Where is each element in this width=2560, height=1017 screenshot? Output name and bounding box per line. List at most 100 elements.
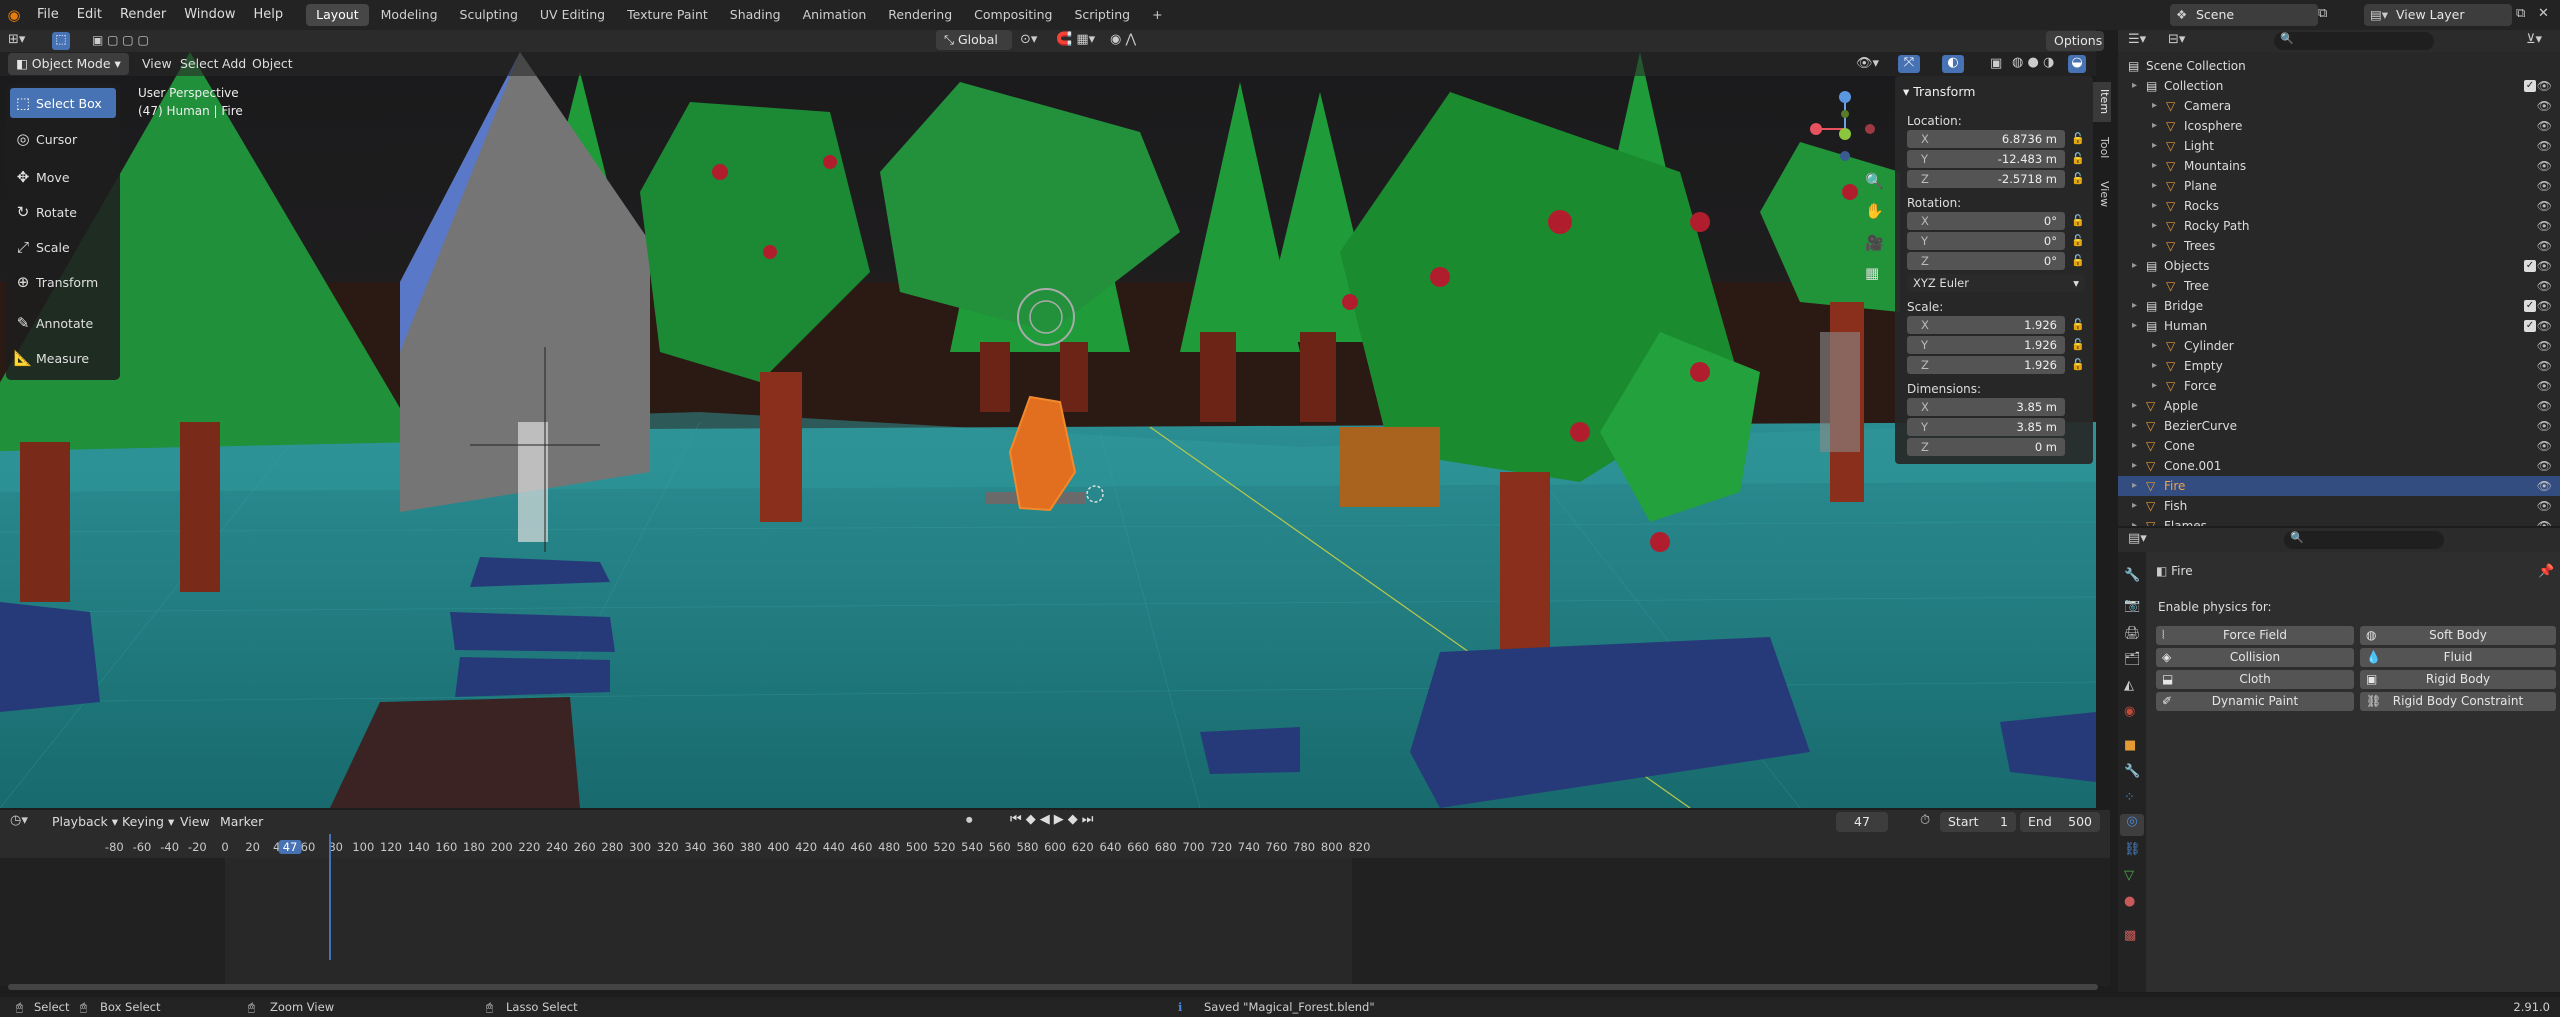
visibility-eye-icon[interactable]: 👁 xyxy=(2537,156,2552,176)
outliner-row[interactable]: ▸ ▤ Collection 👁 ✓ xyxy=(2118,76,2560,96)
lock-icon[interactable]: 🔓 xyxy=(2071,318,2085,332)
rotation-y-field[interactable]: Y 0° xyxy=(1907,232,2065,250)
properties-editor-icon[interactable]: ▤▾ xyxy=(2128,531,2147,546)
mode-dropdown[interactable]: ◧ Object Mode ▾ xyxy=(8,53,129,75)
new-view-layer-icon[interactable]: ⧉ xyxy=(2516,6,2525,21)
lock-icon[interactable]: 🔓 xyxy=(2071,214,2085,228)
expand-arrow-icon[interactable]: ▸ xyxy=(2152,116,2157,136)
timeline-scrollbar[interactable] xyxy=(8,984,2098,990)
visibility-icon[interactable]: 👁▾ xyxy=(1856,56,1879,71)
outliner-row[interactable]: ▸ ▽ Rocks 👁 xyxy=(2118,196,2560,216)
ortho-toggle-icon[interactable]: ▦ xyxy=(1865,264,1879,282)
dimensions-z-field[interactable]: Z 0 m xyxy=(1907,438,2065,456)
tool-scale[interactable]: ⤢ Scale xyxy=(10,232,116,262)
visibility-eye-icon[interactable]: 👁 xyxy=(2537,416,2552,436)
expand-arrow-icon[interactable]: ▸ xyxy=(2152,136,2157,156)
cloth-button[interactable]: ⬓ Cloth xyxy=(2156,670,2354,689)
playback-controls[interactable]: ⏮◆◀▶◆⏭ xyxy=(1010,812,1097,827)
editor-type-icon[interactable]: ⊞▾ xyxy=(8,32,25,47)
outliner-row[interactable]: ▸ ▽ Cone 👁 xyxy=(2118,436,2560,456)
visibility-eye-icon[interactable]: 👁 xyxy=(2537,436,2552,456)
visibility-eye-icon[interactable]: 👁 xyxy=(2537,276,2552,296)
outliner-row[interactable]: ▸ ▽ BezierCurve 👁 xyxy=(2118,416,2560,436)
tab-view[interactable]: View xyxy=(2093,174,2111,214)
visibility-eye-icon[interactable]: 👁 xyxy=(2537,176,2552,196)
tab-compositing[interactable]: Compositing xyxy=(964,4,1062,26)
rigid-body-constraint-button[interactable]: ⛓ Rigid Body Constraint xyxy=(2360,692,2556,711)
pin-icon[interactable]: 📌 xyxy=(2538,564,2554,579)
lock-icon[interactable]: 🔓 xyxy=(2071,254,2085,268)
tab-animation[interactable]: Animation xyxy=(793,4,877,26)
tool-move[interactable]: ✥ Move xyxy=(10,162,116,192)
menu-object[interactable]: Object xyxy=(244,52,301,76)
constraints-icon[interactable]: ⛓ xyxy=(2124,842,2141,857)
remove-view-layer-icon[interactable]: ✕ xyxy=(2538,6,2549,21)
pivot-icon[interactable]: ⊙▾ xyxy=(1020,32,1037,47)
lock-icon[interactable]: 🔓 xyxy=(2071,152,2085,166)
outliner-row[interactable]: ▸ ▽ Fish 👁 xyxy=(2118,496,2560,516)
visibility-eye-icon[interactable]: 👁 xyxy=(2537,376,2552,396)
rotation-x-field[interactable]: X 0° xyxy=(1907,212,2065,230)
tool-annotate[interactable]: ✎ Annotate xyxy=(10,308,116,338)
tab-tool[interactable]: Tool xyxy=(2093,128,2111,168)
expand-arrow-icon[interactable]: ▸ xyxy=(2132,296,2137,316)
output-icon[interactable]: 🖨 xyxy=(2124,626,2141,641)
dimensions-x-field[interactable]: X 3.85 m xyxy=(1907,398,2065,416)
outliner-row[interactable]: ▸ ▽ Force 👁 xyxy=(2118,376,2560,396)
outliner-row[interactable]: ▸ ▽ Icosphere 👁 xyxy=(2118,116,2560,136)
tool-settings-icon[interactable]: 🔧 xyxy=(2124,568,2140,583)
lock-icon[interactable]: 🔓 xyxy=(2071,358,2085,372)
rotation-mode-dropdown[interactable]: XYZ Euler ▾ xyxy=(1907,274,2085,292)
location-x-field[interactable]: X 6.8736 m xyxy=(1907,130,2065,148)
outliner-row[interactable]: ▸ ▽ Flames 👁 xyxy=(2118,516,2560,526)
scene-icon[interactable]: ◭ xyxy=(2124,678,2134,693)
xray-icon[interactable]: ▣ xyxy=(1990,56,2002,71)
location-y-field[interactable]: Y -12.483 m xyxy=(1907,150,2065,168)
blender-logo-icon[interactable]: ◉ xyxy=(0,6,28,24)
expand-arrow-icon[interactable]: ▸ xyxy=(2152,336,2157,356)
collision-button[interactable]: ◈ Collision xyxy=(2156,648,2354,667)
visibility-eye-icon[interactable]: 👁 xyxy=(2537,76,2552,96)
new-scene-icon[interactable]: ⧉ xyxy=(2318,6,2327,21)
tool-rotate[interactable]: ↻ Rotate xyxy=(10,197,116,227)
end-frame-field[interactable]: End 500 xyxy=(2020,812,2100,832)
zoom-icon[interactable]: 🔍 xyxy=(1865,172,1884,190)
visibility-eye-icon[interactable]: 👁 xyxy=(2537,336,2552,356)
expand-arrow-icon[interactable]: ▸ xyxy=(2152,216,2157,236)
expand-arrow-icon[interactable]: ▸ xyxy=(2152,176,2157,196)
exclude-checkbox[interactable]: ✓ xyxy=(2524,260,2536,272)
outliner-row[interactable]: ▸ ▽ Trees 👁 xyxy=(2118,236,2560,256)
particles-icon[interactable]: ⁘ xyxy=(2124,790,2135,805)
navigation-gizmo[interactable] xyxy=(1800,84,1880,164)
current-frame-marker[interactable]: 47 xyxy=(278,840,302,854)
menu-file[interactable]: File xyxy=(28,0,68,30)
visibility-eye-icon[interactable]: 👁 xyxy=(2537,496,2552,516)
outliner-row[interactable]: ▸ ▤ Bridge 👁 ✓ xyxy=(2118,296,2560,316)
tab-scripting[interactable]: Scripting xyxy=(1065,4,1141,26)
rotation-z-field[interactable]: Z 0° xyxy=(1907,252,2065,270)
rigid-body-button[interactable]: ▣ Rigid Body xyxy=(2360,670,2556,689)
soft-body-button[interactable]: ◍ Soft Body xyxy=(2360,626,2556,645)
timeline-editor-icon[interactable]: ◷▾ xyxy=(10,813,28,828)
lock-icon[interactable]: 🔓 xyxy=(2071,234,2085,248)
tool-measure[interactable]: 📐 Measure xyxy=(10,343,116,373)
select-new-icon[interactable]: ▣ ▢ ▢ ▢ xyxy=(92,33,152,49)
exclude-checkbox[interactable]: ✓ xyxy=(2524,80,2536,92)
object-data-icon[interactable]: ▽ xyxy=(2124,868,2134,883)
visibility-eye-icon[interactable]: 👁 xyxy=(2537,396,2552,416)
visibility-eye-icon[interactable]: 👁 xyxy=(2537,356,2552,376)
tab-layout[interactable]: Layout xyxy=(306,4,369,26)
scale-y-field[interactable]: Y 1.926 xyxy=(1907,336,2065,354)
camera-view-icon[interactable]: 🎥 xyxy=(1865,234,1884,252)
menu-help[interactable]: Help xyxy=(245,0,293,30)
scene-selector[interactable]: ❖ Scene xyxy=(2170,4,2318,26)
tab-modeling[interactable]: Modeling xyxy=(371,4,448,26)
visibility-eye-icon[interactable]: 👁 xyxy=(2537,236,2552,256)
transform-panel-header[interactable]: ▾ Transform xyxy=(1903,84,1975,99)
expand-arrow-icon[interactable]: ▸ xyxy=(2152,96,2157,116)
visibility-eye-icon[interactable]: 👁 xyxy=(2537,196,2552,216)
texture-icon[interactable]: ▩ xyxy=(2124,928,2136,943)
current-frame-field[interactable]: 47 xyxy=(1836,812,1888,832)
expand-arrow-icon[interactable]: ▸ xyxy=(2152,156,2157,176)
location-z-field[interactable]: Z -2.5718 m xyxy=(1907,170,2065,188)
